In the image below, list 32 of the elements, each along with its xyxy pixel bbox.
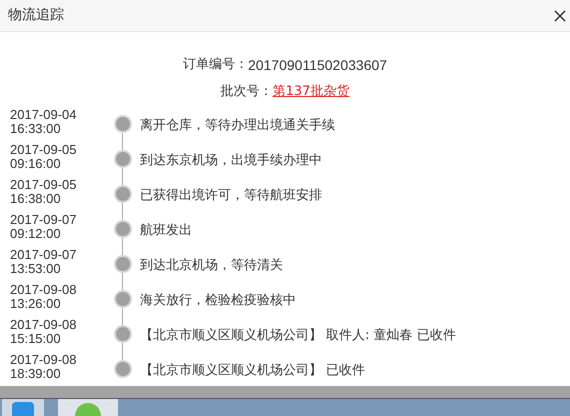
batch-link[interactable]: 第137批杂货: [272, 82, 350, 102]
event-date: 2017-09-08: [10, 282, 78, 296]
app-icon[interactable]: [58, 399, 118, 416]
event-description: 【北京市顺义区顺义机场公司】 取件人: 童灿春 已收件: [140, 326, 456, 344]
event-date: 2017-09-07: [10, 212, 78, 226]
event-date: 2017-09-05: [10, 142, 78, 156]
event-description: 【北京市顺义区顺义机场公司】 已收件: [140, 362, 366, 380]
event-description: 到达东京机场，出境手续办理中: [140, 152, 322, 170]
event-description: 已获得出境许可，等待航班安排: [140, 186, 322, 204]
event-date: 2017-09-08: [10, 318, 78, 332]
event-time: 16:33:00: [10, 122, 62, 136]
event-time: 13:26:00: [10, 296, 62, 310]
batch-label: 批次号：: [220, 83, 273, 101]
event-date: 2017-09-07: [10, 248, 78, 262]
event-time: 16:38:00: [10, 192, 62, 206]
event-time: 13:53:00: [10, 262, 62, 276]
event-time: 09:16:00: [10, 156, 62, 170]
order-number-label: 订单编号：: [182, 56, 248, 74]
event-description: 海关放行，检验检疫验核中: [140, 292, 296, 310]
order-number: 201709011502033607: [248, 56, 388, 75]
event-description: 离开仓库，等待办理出境通关手续: [140, 116, 335, 134]
event-time: 18:39:00: [10, 366, 62, 380]
close-button[interactable]: [552, 8, 568, 24]
event-description: 航班发出: [140, 222, 192, 240]
app-icon[interactable]: [2, 399, 44, 416]
event-date: 2017-09-04: [10, 108, 78, 122]
event-time: 09:12:00: [10, 226, 62, 240]
event-date: 2017-09-08: [10, 352, 78, 366]
event-date: 2017-09-05: [10, 178, 78, 192]
window-title: 物流追踪: [8, 6, 64, 25]
event-description: 到达北京机场，等待清关: [140, 256, 283, 274]
event-time: 15:15:00: [10, 332, 62, 346]
